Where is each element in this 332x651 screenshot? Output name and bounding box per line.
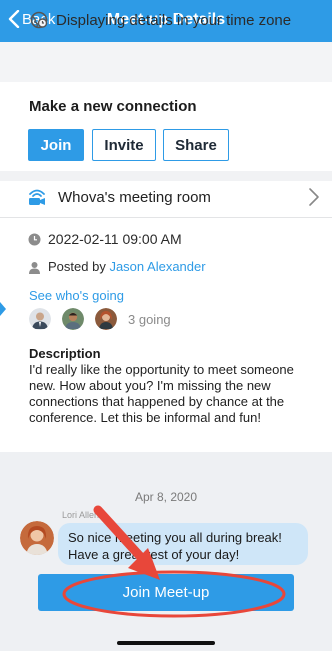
- section-divider: [0, 171, 332, 181]
- annotation-overlay: [62, 505, 286, 618]
- host-name-link[interactable]: Jason Alexander: [109, 259, 205, 274]
- attendee-avatar[interactable]: [62, 308, 84, 330]
- timezone-text: Displaying details in your time zone: [56, 12, 292, 29]
- timezone-banner: [0, 42, 332, 82]
- description-heading: Description: [29, 346, 101, 361]
- chevron-right-icon[interactable]: [308, 187, 320, 207]
- see-whos-going-link[interactable]: See who's going: [29, 288, 124, 303]
- video-room-icon[interactable]: [27, 188, 47, 206]
- share-button[interactable]: Share: [163, 129, 229, 161]
- going-count: 3 going: [128, 312, 171, 327]
- row-divider: [0, 217, 332, 218]
- posted-by: Posted by Jason Alexander: [48, 259, 206, 274]
- meeting-room-link[interactable]: Whova's meeting room: [58, 189, 211, 206]
- connection-title: Make a new connection: [29, 98, 197, 115]
- attendee-avatar[interactable]: [95, 308, 117, 330]
- description-text: I'd really like the opportunity to meet …: [29, 362, 294, 425]
- home-indicator: [117, 641, 215, 645]
- person-icon: [29, 262, 40, 274]
- meetup-datetime: 2022-02-11 09:00 AM: [48, 231, 182, 247]
- posted-by-prefix: Posted by: [48, 259, 106, 274]
- highlight-ellipse: [62, 570, 286, 618]
- red-arrow-icon: [93, 505, 160, 580]
- attendee-avatar[interactable]: [29, 308, 51, 330]
- join-button[interactable]: Join: [28, 129, 84, 161]
- invite-button[interactable]: Invite: [92, 129, 156, 161]
- clock-icon: [28, 233, 41, 246]
- arrow-indicator-icon: [0, 302, 6, 316]
- globe-clock-icon: [30, 11, 48, 29]
